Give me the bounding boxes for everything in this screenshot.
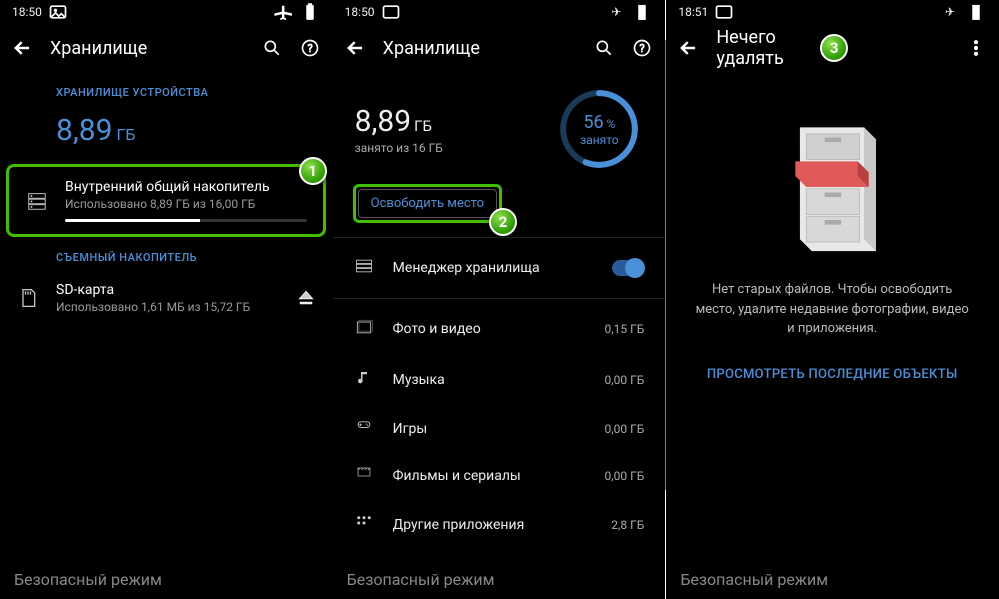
image-icon [48, 2, 68, 22]
safe-mode-label: Безопасный режим [680, 570, 828, 589]
file-cabinet-icon [777, 112, 887, 262]
clock: 18:50 [345, 5, 375, 19]
page-title: Нечего удалять [716, 27, 798, 69]
safe-mode-label: Безопасный режим [347, 570, 495, 589]
search-icon[interactable] [262, 38, 282, 58]
statusbar: 18:51 ✈ [666, 0, 998, 24]
airplane-icon: ✈ [606, 2, 626, 22]
battery-icon [966, 2, 986, 22]
battery-icon [300, 2, 320, 22]
storage-summary: 8,89ГБ занято из 16 ГБ 56 %занято [333, 72, 665, 182]
help-icon[interactable]: ? [632, 38, 652, 58]
sd-sub: Использовано 1,61 МБ из 15,72 ГБ [56, 300, 280, 314]
svg-text:?: ? [307, 42, 312, 55]
appbar: Нечего удалять 3 [666, 24, 998, 72]
sd-icon [16, 288, 40, 308]
internal-title: Внутренний общий накопитель [65, 179, 307, 195]
overflow-icon[interactable] [966, 38, 986, 58]
airplane-icon: ✈ [940, 2, 960, 22]
storage-manager-toggle[interactable] [612, 260, 644, 276]
photo-icon [353, 317, 375, 341]
storage-total: 8,89ГБ [0, 105, 332, 164]
airplane-icon [274, 2, 294, 22]
callout-badge-2: 2 [489, 208, 517, 236]
internal-sub: Использовано 8,89 ГБ из 16,00 ГБ [65, 197, 307, 211]
image-icon [714, 2, 734, 22]
safe-mode-label: Безопасный режим [14, 570, 162, 589]
screen-nothing-to-delete: 18:51 ✈ Нечего удалять 3 Нет старых файл… [666, 0, 999, 599]
back-icon[interactable] [345, 38, 365, 58]
appbar: Хранилище ? [333, 24, 665, 72]
image-icon [381, 2, 401, 22]
svg-text:?: ? [640, 42, 645, 55]
free-space-button[interactable]: Освободить место [358, 189, 497, 218]
statusbar: 18:50 [0, 0, 332, 24]
gamepad-icon [353, 419, 375, 438]
music-icon [353, 369, 375, 391]
sd-card-row[interactable]: SD-карта Использовано 1,61 МБ из 15,72 Г… [0, 270, 332, 326]
removable-label: СЪЕМНЫЙ НАКОПИТЕЛЬ [0, 237, 332, 270]
used-sub: занято из 16 ГБ [355, 141, 537, 155]
usage-ring: 56 %занято [556, 86, 642, 172]
free-space-highlight: Освободить место 2 [353, 184, 502, 223]
internal-storage-row[interactable]: Внутренний общий накопитель Использовано… [9, 167, 323, 234]
back-icon[interactable] [678, 38, 698, 58]
battery-icon [632, 2, 652, 22]
apps-icon [353, 514, 375, 536]
back-icon[interactable] [12, 38, 32, 58]
photos-row[interactable]: Фото и видео 0,15 ГБ [333, 303, 665, 355]
statusbar: 18:50 ✈ [333, 0, 665, 24]
empty-message: Нет старых файлов. Чтобы освободить мест… [694, 280, 970, 339]
page-title: Хранилище [383, 38, 577, 59]
appbar: Хранилище ? [0, 24, 332, 72]
internal-storage-highlight: Внутренний общий накопитель Использовано… [6, 164, 326, 237]
used-number: 8,89 [355, 104, 411, 139]
movies-row[interactable]: Фильмы и сериалы 0,00 ГБ [333, 452, 665, 500]
callout-badge-1: 1 [299, 157, 327, 185]
used-number: 8,89 [56, 113, 112, 148]
movie-icon [353, 466, 375, 486]
other-apps-row[interactable]: Другие приложения 2,8 ГБ [333, 500, 665, 550]
callout-badge-3: 3 [820, 34, 848, 62]
music-row[interactable]: Музыка 0,00 ГБ [333, 355, 665, 405]
screen-storage-overview: 18:50 Хранилище ? ХРАНИЛИЩЕ УСТРОЙСТВА 8… [0, 0, 333, 599]
search-icon[interactable] [594, 38, 614, 58]
sd-title: SD-карта [56, 282, 280, 298]
storage-icon [25, 190, 49, 212]
eject-icon[interactable] [296, 288, 316, 308]
clock: 18:50 [12, 5, 42, 19]
page-title: Хранилище [50, 38, 244, 59]
storage-icon [353, 256, 375, 280]
internal-progress [65, 219, 307, 222]
screen-storage-detail: 18:50 ✈ Хранилище ? 8,89ГБ занято из 16 … [333, 0, 666, 599]
clock: 18:51 [678, 5, 708, 19]
help-icon[interactable]: ? [300, 38, 320, 58]
storage-manager-row[interactable]: Менеджер хранилища [333, 242, 665, 294]
view-recent-button[interactable]: ПРОСМОТРЕТЬ ПОСЛЕДНИЕ ОБЪЕКТЫ [707, 367, 958, 382]
games-row[interactable]: Игры 0,00 ГБ [333, 405, 665, 452]
device-storage-label: ХРАНИЛИЩЕ УСТРОЙСТВА [0, 72, 332, 105]
